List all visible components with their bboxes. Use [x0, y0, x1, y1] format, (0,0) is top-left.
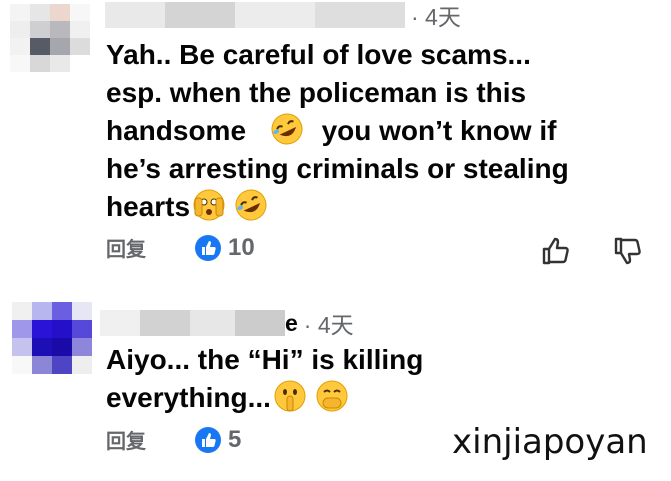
watermark: xinjiapoyan — [452, 422, 648, 462]
comment-line: Aiyo... the “Hi” is killing — [106, 344, 424, 375]
thumbs-up-icon[interactable] — [539, 234, 573, 268]
like-badge-icon — [195, 234, 221, 261]
comment-body: Yah.. Be careful of love scams... esp. w… — [106, 36, 666, 226]
reply-button[interactable]: 回复 — [106, 425, 146, 454]
like-count: 10 — [228, 233, 255, 261]
like-count: 5 — [228, 425, 242, 453]
comment-timestamp: · 4天 — [303, 312, 354, 338]
rofl-emoji — [235, 189, 267, 221]
comment-timestamp: · 4天 — [411, 4, 461, 30]
comment-body: Aiyo... the “Hi” is killing everything..… — [106, 341, 666, 417]
comment-line: he’s arresting criminals or stealing — [106, 153, 569, 184]
comment-line: everything... — [106, 379, 666, 417]
shushing-face-emoji — [274, 380, 306, 412]
comment-actions: 回复 10 — [106, 233, 255, 262]
author-name-blurred[interactable] — [105, 2, 405, 28]
comment-author-row: e · 4天 — [100, 308, 354, 338]
comment-line: handsome you won’t know if — [106, 112, 666, 150]
peeking-eye-emoji — [193, 189, 225, 221]
comment-line: esp. when the policeman is this — [106, 77, 527, 108]
comment-actions: 回复 5 — [106, 425, 241, 454]
comment-line: Yah.. Be careful of love scams... — [106, 39, 531, 70]
comment-author-row: · 4天 — [105, 0, 461, 30]
avatar[interactable] — [10, 4, 90, 72]
reply-button[interactable]: 回复 — [106, 233, 146, 262]
rofl-emoji — [271, 113, 303, 145]
author-name-visible[interactable]: e — [285, 310, 298, 337]
author-name-blurred[interactable] — [100, 310, 285, 336]
thumbs-down-icon[interactable] — [611, 234, 645, 268]
comment-line: hearts — [106, 188, 666, 226]
like-badge-icon — [195, 426, 221, 453]
hand-over-mouth-emoji — [316, 380, 348, 412]
avatar[interactable] — [12, 302, 92, 374]
